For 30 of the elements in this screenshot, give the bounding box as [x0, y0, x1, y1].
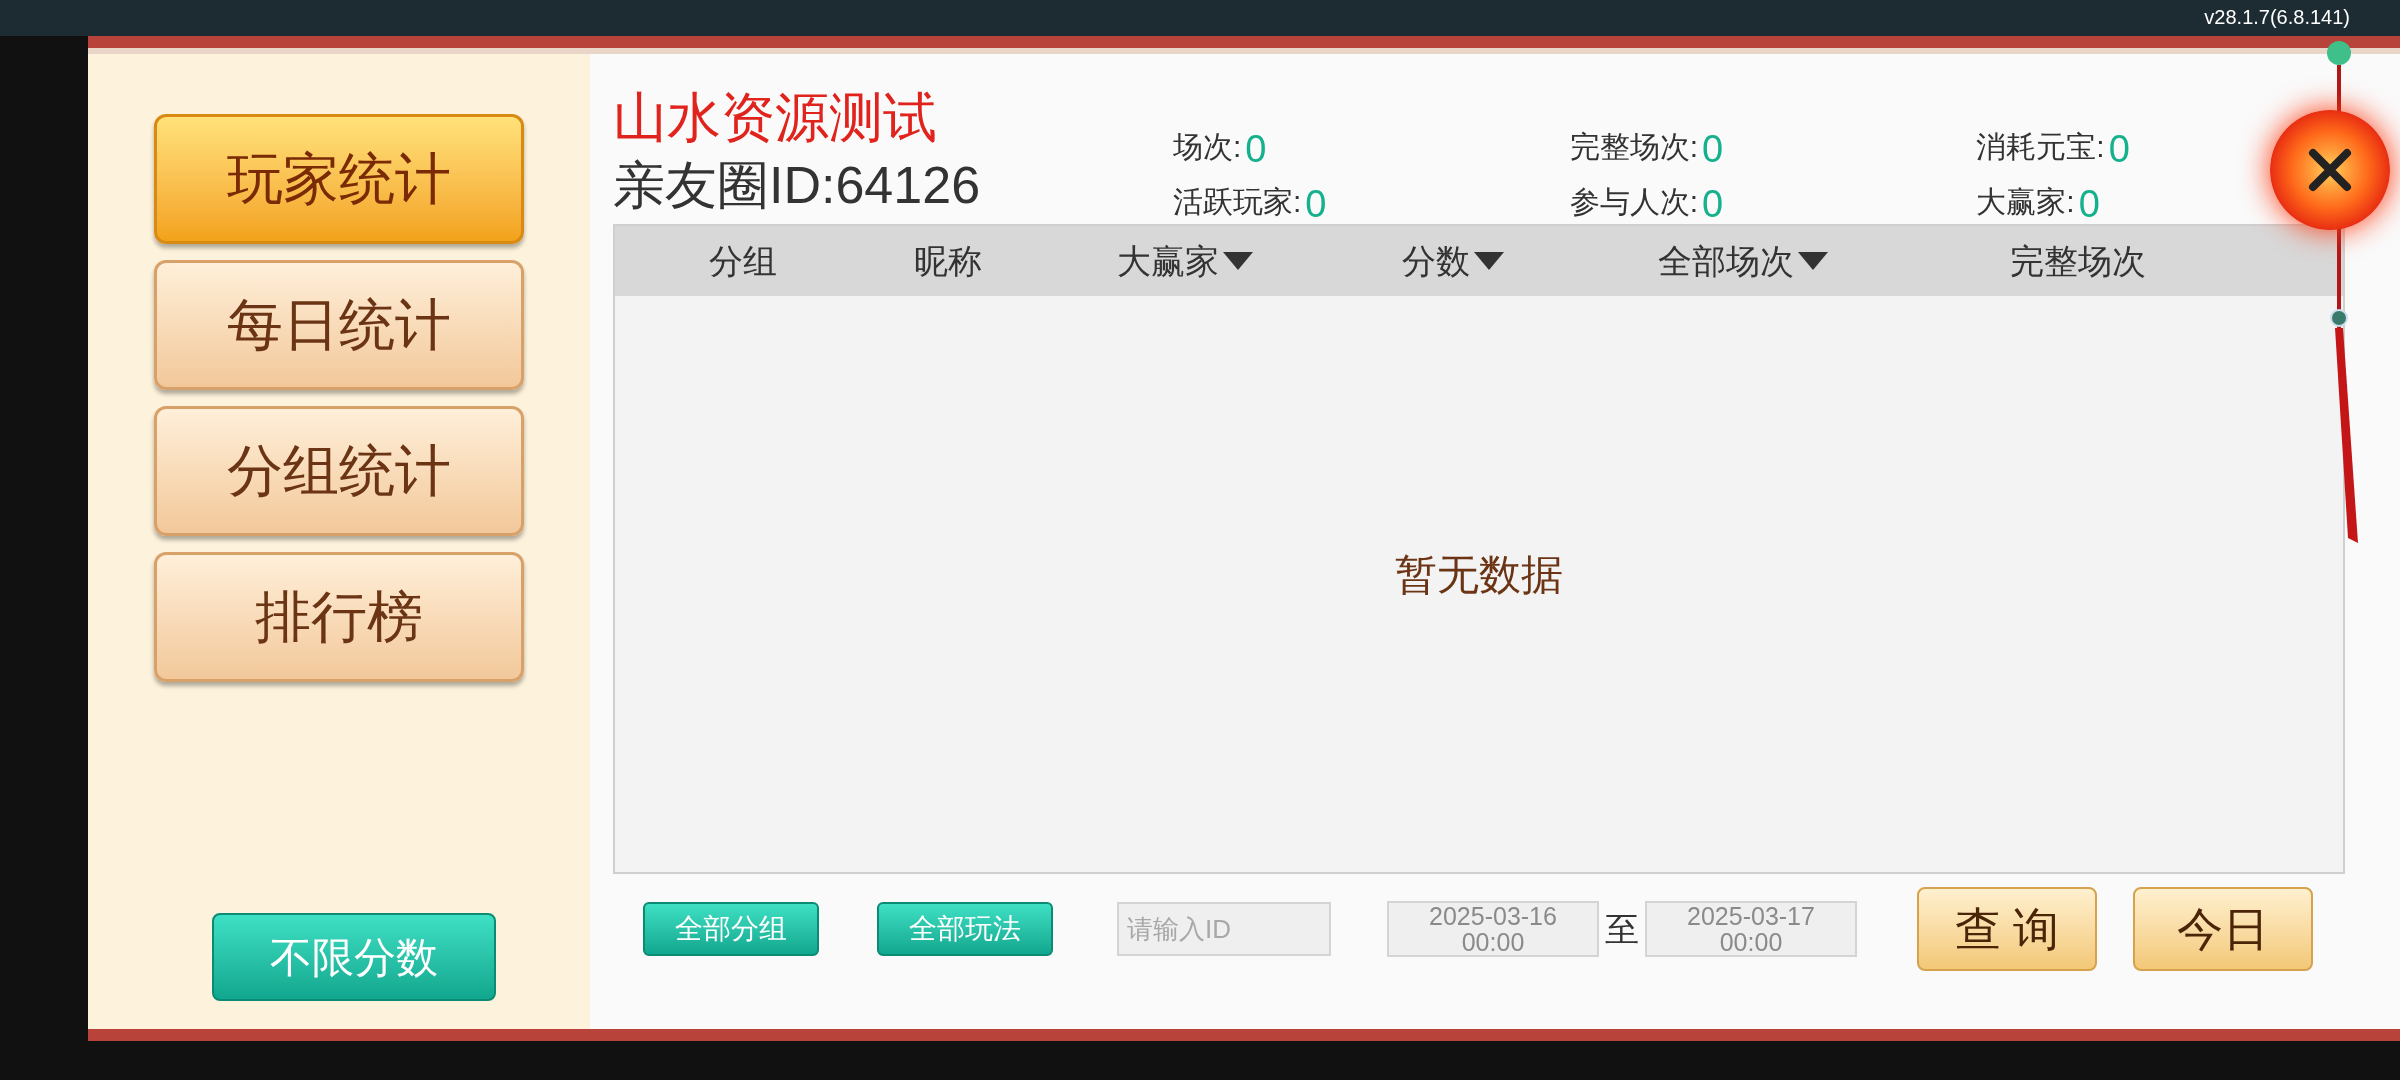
- version-label: v28.1.7(6.8.141): [2204, 5, 2351, 30]
- circle-id: 亲友圈ID:64126: [613, 155, 982, 216]
- stat-value: 0: [1305, 184, 1327, 224]
- id-input-field[interactable]: 请输入ID: [1117, 902, 1331, 956]
- circle-title: 山水资源测试: [613, 86, 938, 149]
- sidebar-tab[interactable]: 玩家统计: [154, 114, 524, 244]
- query-button[interactable]: 查 询: [1917, 887, 2097, 971]
- column-header[interactable]: 全部场次: [1657, 235, 1794, 287]
- stat-value: 0: [2078, 184, 2100, 224]
- empty-message: 暂无数据: [1395, 549, 1563, 600]
- stat-value: 0: [1702, 184, 1724, 224]
- stat-label: 消耗元宝:: [1976, 129, 2105, 165]
- stat-value: 0: [2108, 129, 2130, 169]
- column-header: 分组: [708, 240, 777, 282]
- sidebar-tab[interactable]: 每日统计: [154, 260, 524, 390]
- stat-label: 场次:: [1173, 129, 1242, 165]
- sidebar-tab[interactable]: 分组统计: [154, 406, 524, 536]
- column-header[interactable]: 分数: [1401, 235, 1470, 287]
- stat-label: 参与人次:: [1569, 184, 1698, 220]
- stat-label: 大赢家:: [1976, 184, 2075, 220]
- sidebar-tab[interactable]: 排行榜: [154, 552, 524, 682]
- today-button[interactable]: 今日: [2133, 887, 2313, 971]
- stat-value: 0: [1245, 129, 1267, 169]
- stat-value: 0: [1702, 129, 1724, 169]
- column-header: 昵称: [913, 240, 982, 282]
- column-header: 完整场次: [2009, 240, 2146, 282]
- stat-label: 活跃玩家:: [1173, 184, 1302, 220]
- range-separator: 至: [1605, 908, 1639, 950]
- column-header[interactable]: 大赢家: [1117, 235, 1219, 287]
- stat-label: 完整场次:: [1569, 129, 1698, 165]
